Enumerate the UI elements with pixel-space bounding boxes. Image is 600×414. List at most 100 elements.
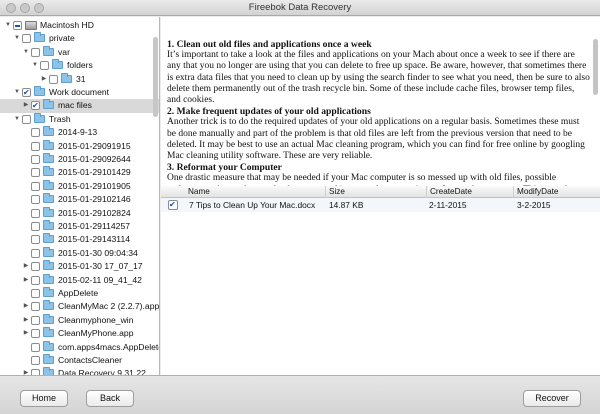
tree-item-checkbox[interactable] <box>31 262 40 272</box>
file-row[interactable]: 7 Tips to Clean Up Your Mac.docx 14.87 K… <box>161 198 600 212</box>
folder-icon <box>34 32 45 43</box>
tree-item-checkbox[interactable] <box>22 34 31 44</box>
tree-item-label: 2015-01-29102146 <box>58 194 131 205</box>
file-modify-date: 3-2-2015 <box>517 200 551 210</box>
tree-item-label: var <box>58 46 70 57</box>
tree-item-checkbox[interactable] <box>31 342 40 352</box>
disclosure-collapsed-icon[interactable]: ▶ <box>22 260 30 273</box>
tree-item[interactable]: ▶ CleanMyMac 2 (2.2.7).app <box>0 300 159 313</box>
folder-icon <box>43 166 54 177</box>
disclosure-collapsed-icon[interactable]: ▶ <box>22 314 30 327</box>
tree-item-checkbox[interactable] <box>22 86 31 99</box>
tree-item-checkbox[interactable] <box>31 235 40 245</box>
preview-scrollbar[interactable] <box>593 39 598 95</box>
tree-item[interactable]: AppDelete <box>0 287 159 300</box>
tree-item-checkbox[interactable] <box>31 315 40 325</box>
tree-item[interactable]: 2015-01-29101905 <box>0 179 159 193</box>
tree-item-checkbox[interactable] <box>22 114 31 124</box>
column-header-modifydate[interactable]: ModifyDate <box>513 186 558 198</box>
tree-item[interactable]: 2015-01-29143114 <box>0 233 159 246</box>
column-header-createdate[interactable]: CreateDate <box>426 186 472 198</box>
tree-item[interactable]: ▶ Cleanmyphone_win <box>0 313 159 327</box>
minimize-window-button[interactable] <box>20 3 30 13</box>
tree-item[interactable]: 2015-01-29091915 <box>0 139 159 153</box>
tree-item[interactable]: 2014-9-13 <box>0 126 159 139</box>
tree-item[interactable]: ▼ private <box>0 32 159 45</box>
column-header-name[interactable]: Name <box>185 186 210 198</box>
tree-item-checkbox[interactable] <box>31 128 40 138</box>
file-name: 7 Tips to Clean Up Your Mac.docx <box>189 200 316 210</box>
disclosure-expanded-icon[interactable]: ▼ <box>4 19 12 32</box>
tree-item[interactable]: ▶ 2015-01-30 17_07_17 <box>0 260 159 273</box>
preview-heading: 2. Make frequent updates of your old app… <box>167 106 371 118</box>
disclosure-collapsed-icon[interactable]: ▶ <box>22 327 30 340</box>
tree-item[interactable]: ▼ Work document <box>0 86 159 99</box>
column-header-size[interactable]: Size <box>325 186 345 198</box>
file-row-checkbox[interactable] <box>168 198 178 212</box>
tree-item[interactable]: ▼ Trash <box>0 112 159 126</box>
disclosure-expanded-icon[interactable]: ▼ <box>13 86 21 99</box>
folder-icon <box>43 273 54 284</box>
disclosure-expanded-icon[interactable]: ▼ <box>22 46 30 59</box>
window-title: Fireebok Data Recovery <box>248 2 352 13</box>
home-button[interactable]: Home <box>20 390 68 407</box>
disclosure-collapsed-icon[interactable]: ▶ <box>22 274 30 287</box>
tree-item[interactable]: ▶ CleanMyPhone.app <box>0 327 159 340</box>
tree-item-checkbox[interactable] <box>31 99 40 113</box>
tree-item[interactable]: com.apps4macs.AppDelete <box>0 340 160 354</box>
tree-item-label: Data Recovery 9.31.22... <box>58 368 154 375</box>
tree-item[interactable]: ▶ Data Recovery 9.31.22... <box>0 367 159 375</box>
tree-item-checkbox[interactable] <box>13 21 22 30</box>
folder-icon <box>52 59 63 70</box>
tree-item[interactable]: 2015-01-29102146 <box>0 193 159 206</box>
tree-item[interactable]: ContactsCleaner <box>0 354 159 367</box>
tree-item-checkbox[interactable] <box>31 248 40 258</box>
tree-item-checkbox[interactable] <box>31 141 40 151</box>
tree-item-checkbox[interactable] <box>31 168 40 178</box>
tree-item-checkbox[interactable] <box>31 275 40 285</box>
back-button[interactable]: Back <box>86 390 134 407</box>
tree-item-checkbox[interactable] <box>31 208 40 218</box>
tree-item-label: Macintosh HD <box>40 20 94 30</box>
tree-item[interactable]: 2015-01-29114257 <box>0 220 159 233</box>
disclosure-collapsed-icon[interactable]: ▶ <box>22 99 30 112</box>
tree-item-checkbox[interactable] <box>31 195 40 205</box>
tree-item-checkbox[interactable] <box>49 74 58 84</box>
recover-button[interactable]: Recover <box>523 390 581 407</box>
tree-item[interactable]: ▶ 31 <box>0 72 159 86</box>
tree-item[interactable]: ▶ 2015-02-11 09_41_42 <box>0 273 159 287</box>
tree-item[interactable]: 2015-01-30 09:04:34 <box>0 246 159 260</box>
tree-item-checkbox[interactable] <box>31 47 40 57</box>
zoom-window-button[interactable] <box>34 3 44 13</box>
disclosure-collapsed-icon[interactable]: ▶ <box>22 300 30 313</box>
tree-item-checkbox[interactable] <box>31 302 40 312</box>
tree-item-checkbox[interactable] <box>40 61 49 71</box>
preview-paragraph: Another trick is to do the required upda… <box>167 117 585 162</box>
disclosure-collapsed-icon[interactable]: ▶ <box>40 73 48 86</box>
disclosure-expanded-icon[interactable]: ▼ <box>13 113 21 126</box>
folder-icon <box>43 287 54 297</box>
tree-item[interactable]: ▼ Macintosh HD <box>0 19 159 32</box>
preview-heading: 1. Clean out old files and applications … <box>167 39 372 50</box>
disclosure-collapsed-icon[interactable]: ▶ <box>22 367 30 375</box>
close-window-button[interactable] <box>6 3 16 13</box>
tree-item[interactable]: ▼ folders <box>0 59 159 72</box>
tree-item[interactable]: 2015-01-29102824 <box>0 206 159 220</box>
tree-scrollbar[interactable] <box>153 37 158 117</box>
tree-item-checkbox[interactable] <box>31 222 40 231</box>
tree-item-checkbox[interactable] <box>31 356 40 365</box>
tree-item-label: private <box>49 33 75 44</box>
disclosure-expanded-icon[interactable]: ▼ <box>13 32 21 45</box>
tree-item-label: com.apps4macs.AppDelete <box>58 341 160 352</box>
tree-item[interactable]: ▶ mac files <box>0 99 159 113</box>
tree-item-checkbox[interactable] <box>31 181 40 191</box>
tree-item-label: 31 <box>76 73 86 84</box>
tree-item-checkbox[interactable] <box>31 155 40 164</box>
tree-item[interactable]: 2015-01-29092644 <box>0 153 159 166</box>
tree-item-checkbox[interactable] <box>31 329 40 339</box>
tree-item[interactable]: 2015-01-29101429 <box>0 166 159 179</box>
tree-item[interactable]: ▼ var <box>0 45 159 59</box>
tree-item-checkbox[interactable] <box>31 289 40 298</box>
disclosure-expanded-icon[interactable]: ▼ <box>31 59 39 72</box>
folder-tree[interactable]: ▶Fone Rescue 2015-02-...▶Data Recovery.a… <box>0 17 160 375</box>
